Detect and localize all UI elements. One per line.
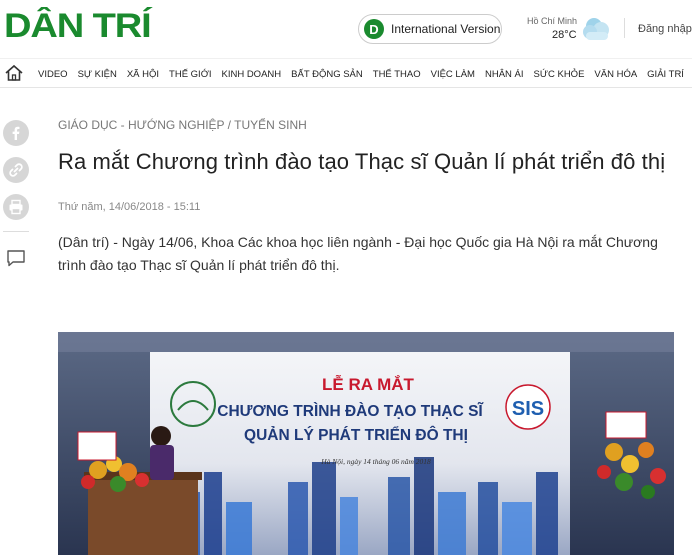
banner-date: Hà Nội, ngày 14 tháng 06 năm 2018 [320, 457, 431, 466]
international-version-button[interactable]: D International Version [358, 14, 502, 44]
weather-city: Hồ Chí Minh [527, 16, 578, 26]
home-icon[interactable] [4, 64, 24, 82]
share-separator [3, 231, 29, 232]
header-divider [624, 18, 625, 38]
link-icon [9, 163, 23, 177]
nav-menu: VIDEO SỰ KIỆN XÃ HỘI THẾ GIỚI KINH DOANH BẤT … [38, 59, 692, 87]
nav-item[interactable]: SỰ KIỆN [78, 69, 117, 80]
nav-item[interactable]: SỨC KHỎE [534, 69, 585, 80]
nav-item[interactable]: NHÂN ÁI [485, 69, 524, 80]
sis-logo-text: SIS [512, 398, 544, 420]
breadcrumb-separator: / [224, 118, 235, 132]
breadcrumb-subcategory[interactable]: TUYỂN SINH [234, 118, 307, 132]
banner-line-1: LỄ RA MẮT [322, 375, 415, 394]
dantri-d-icon: D [364, 19, 384, 39]
nav-item[interactable]: THẾ GIỚI [169, 69, 211, 80]
dantri-logo[interactable]: DÂN TRÍ [4, 7, 152, 45]
weather-cloud-icon [583, 18, 609, 40]
nav-item[interactable]: GIẢI TRÍ [647, 69, 684, 80]
article: GIÁO DỤC - HƯỚNG NGHIỆP / TUYỂN SINH Ra … [58, 118, 678, 277]
login-link[interactable]: Đăng nhập [638, 23, 692, 35]
main-nav: VIDEO SỰ KIỆN XÃ HỘI THẾ GIỚI KINH DOANH BẤT … [0, 58, 692, 88]
weather-temperature: 28°C [552, 29, 577, 41]
banner-line-2: CHƯƠNG TRÌNH ĐÀO TẠO THẠC SĨ [217, 402, 484, 420]
breadcrumb: GIÁO DỤC - HƯỚNG NGHIỆP / TUYỂN SINH [58, 118, 678, 138]
nav-item[interactable]: XÃ HỘI [127, 69, 159, 80]
comment-icon[interactable] [5, 248, 27, 268]
banner-line-3: QUẢN LÝ PHÁT TRIỂN ĐÔ THỊ [244, 426, 468, 444]
print-icon [9, 199, 23, 215]
article-title: Ra mắt Chương trình đào tạo Thạc sĩ Quản… [58, 149, 666, 174]
event-photo-illustration: SIS LỄ RA MẮT CHƯƠNG TRÌNH ĐÀO TẠO THẠC … [58, 332, 674, 555]
logo-text: DÂN TRÍ [4, 6, 152, 45]
print-button[interactable] [3, 194, 29, 220]
article-photo[interactable]: SIS LỄ RA MẮT CHƯƠNG TRÌNH ĐÀO TẠO THẠC … [58, 332, 674, 555]
facebook-share-button[interactable] [3, 120, 29, 146]
facebook-icon [12, 126, 20, 140]
nav-item[interactable]: VIDEO [38, 69, 68, 80]
article-sapo: (Dân trí) - Ngày 14/06, Khoa Các khoa họ… [58, 234, 658, 273]
article-date: Thứ năm, 14/06/2018 - 15:11 [58, 201, 201, 213]
international-version-label: International Version [391, 22, 501, 36]
nav-item[interactable]: VĂN HÓA [594, 69, 637, 80]
share-sidebar [3, 120, 31, 273]
nav-item[interactable]: VIỆC LÀM [431, 69, 475, 80]
site-header: DÂN TRÍ D International Version Hồ Chí M… [0, 0, 692, 58]
nav-item[interactable]: THỂ THAO [373, 69, 421, 80]
breadcrumb-category[interactable]: GIÁO DỤC - HƯỚNG NGHIỆP [58, 118, 224, 132]
nav-item[interactable]: BẤT ĐỘNG SẢN [291, 69, 363, 80]
copy-link-button[interactable] [3, 157, 29, 183]
nav-item[interactable]: KINH DOANH [221, 69, 281, 80]
weather-widget: Hồ Chí Minh 28°C [522, 14, 612, 46]
